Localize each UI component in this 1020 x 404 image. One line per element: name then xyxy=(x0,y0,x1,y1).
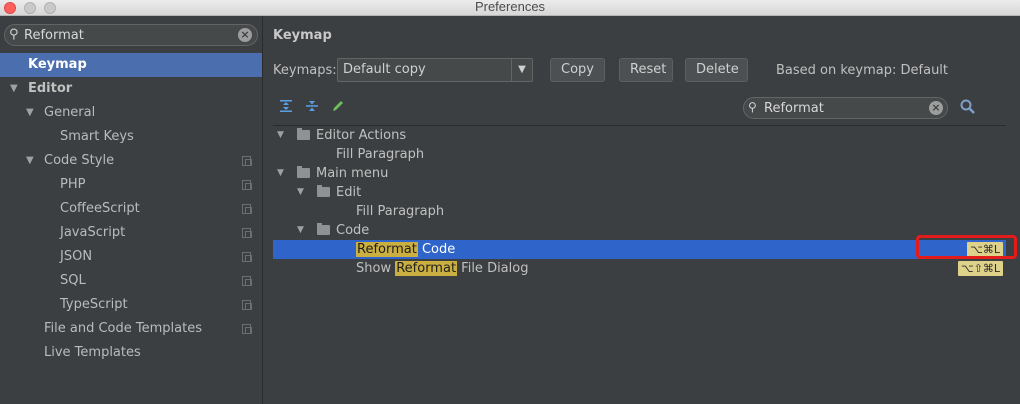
sidebar-item-smart-keys[interactable]: Smart Keys xyxy=(0,125,262,149)
keymap-select[interactable]: Default copy ▼ xyxy=(337,58,533,82)
tree-row-label: Code xyxy=(336,223,370,238)
tree-row-label: Editor Actions xyxy=(316,128,407,143)
sidebar-item-php[interactable]: PHP xyxy=(0,173,262,197)
sidebar-item-file-and-code-templates[interactable]: File and Code Templates xyxy=(0,317,262,341)
sidebar-item-label: Smart Keys xyxy=(60,129,134,144)
sidebar-item-label: JavaScript xyxy=(60,225,126,240)
reset-button[interactable]: Reset xyxy=(619,58,673,82)
sidebar-item-label: PHP xyxy=(60,177,86,192)
sidebar-item-javascript[interactable]: JavaScript xyxy=(0,221,262,245)
search-match-highlight: Reformat xyxy=(395,261,458,276)
expanded-arrow-icon[interactable]: ▼ xyxy=(297,221,304,240)
sidebar-item-label: General xyxy=(44,105,96,120)
project-settings-icon xyxy=(242,156,252,166)
settings-tree: Keymap ▼ Editor ▼ General Smart Keys ▼ C… xyxy=(0,53,262,365)
search-match-highlight: Reformat xyxy=(356,242,418,257)
tree-row-reformat-code[interactable]: Reformat Code ⌥⌘L xyxy=(273,240,1006,259)
tree-row-label: Reformat Code xyxy=(356,240,455,259)
shortcut-badge: ⌥⇧⌘L xyxy=(957,261,1003,276)
chevron-down-icon[interactable]: ▼ xyxy=(511,59,532,81)
tree-row-edit[interactable]: ▼ Edit xyxy=(273,183,1006,202)
delete-button[interactable]: Delete xyxy=(685,58,748,82)
project-settings-icon xyxy=(242,300,252,310)
folder-icon xyxy=(317,223,330,235)
settings-search-field[interactable]: ⚲ × xyxy=(4,24,258,46)
editor-actions-folder-icon xyxy=(297,128,310,140)
search-icon: ⚲ xyxy=(9,27,19,42)
expanded-arrow-icon[interactable]: ▼ xyxy=(277,126,284,145)
tree-row-label: Edit xyxy=(336,185,362,200)
tree-row-label: Fill Paragraph xyxy=(356,204,445,219)
settings-sidebar: ⚲ × Keymap ▼ Editor ▼ General Smart Keys… xyxy=(0,16,262,404)
sidebar-item-label: File and Code Templates xyxy=(44,321,202,336)
keymap-panel: Keymap Keymaps: Default copy ▼ Copy Rese… xyxy=(263,16,1020,404)
tree-row-fill-paragraph[interactable]: Fill Paragraph xyxy=(273,145,1006,164)
sidebar-item-live-templates[interactable]: Live Templates xyxy=(0,341,262,365)
sidebar-item-label: TypeScript xyxy=(60,297,128,312)
tree-row-fill-paragraph[interactable]: Fill Paragraph xyxy=(273,202,1006,221)
annotation-highlight-box xyxy=(916,235,1017,259)
sidebar-item-coffeescript[interactable]: CoffeeScript xyxy=(0,197,262,221)
title-bar: Preferences xyxy=(0,0,1020,16)
expanded-arrow-icon[interactable]: ▼ xyxy=(277,164,284,183)
tree-row-editor-actions[interactable]: ▼ Editor Actions xyxy=(273,126,1006,145)
keymap-select-value: Default copy xyxy=(343,62,426,77)
tree-row-label: Show Reformat File Dialog xyxy=(356,259,528,278)
keymap-action-tree: ▼ Editor Actions Fill Paragraph ▼ Main m… xyxy=(273,125,1006,404)
expanded-arrow-icon[interactable]: ▼ xyxy=(10,77,18,101)
sidebar-item-sql[interactable]: SQL xyxy=(0,269,262,293)
tree-row-label-prefix: Show xyxy=(356,261,396,276)
collapse-all-icon[interactable] xyxy=(304,99,320,115)
main-menu-folder-icon xyxy=(297,166,310,178)
copy-button[interactable]: Copy xyxy=(550,58,605,82)
tree-row-show-reformat-file-dialog[interactable]: Show Reformat File Dialog ⌥⇧⌘L xyxy=(273,259,1006,278)
window-title: Preferences xyxy=(474,0,546,14)
sidebar-item-label: Editor xyxy=(28,81,73,96)
sidebar-item-label: CoffeeScript xyxy=(60,201,140,216)
sidebar-item-code-style[interactable]: ▼ Code Style xyxy=(0,149,262,173)
expanded-arrow-icon[interactable]: ▼ xyxy=(297,183,304,202)
sidebar-item-typescript[interactable]: TypeScript xyxy=(0,293,262,317)
sidebar-item-json[interactable]: JSON xyxy=(0,245,262,269)
project-settings-icon xyxy=(242,324,252,334)
action-search-field[interactable]: ⚲ × xyxy=(743,97,948,119)
tree-row-label-rest: File Dialog xyxy=(457,261,529,276)
project-settings-icon xyxy=(242,228,252,238)
clear-search-icon[interactable]: × xyxy=(238,28,252,42)
keymaps-label: Keymaps: xyxy=(273,63,337,78)
tree-row-main-menu[interactable]: ▼ Main menu xyxy=(273,164,1006,183)
project-settings-icon xyxy=(242,204,252,214)
edit-shortcut-icon[interactable] xyxy=(330,99,346,115)
search-icon: ⚲ xyxy=(748,100,757,114)
tree-row-label-rest: Code xyxy=(417,242,456,257)
project-settings-icon xyxy=(242,252,252,262)
sidebar-item-editor[interactable]: ▼ Editor xyxy=(0,77,262,101)
tree-row-label: Main menu xyxy=(316,166,389,181)
clear-search-icon[interactable]: × xyxy=(929,101,943,115)
expand-all-icon[interactable] xyxy=(278,99,294,115)
sidebar-item-label: JSON xyxy=(60,249,93,264)
settings-search-input[interactable] xyxy=(24,26,234,44)
sidebar-item-label: Code Style xyxy=(44,153,115,168)
sidebar-item-general[interactable]: ▼ General xyxy=(0,101,262,125)
sidebar-item-label: Live Templates xyxy=(44,345,141,360)
find-by-shortcut-icon[interactable] xyxy=(960,99,976,119)
project-settings-icon xyxy=(242,180,252,190)
folder-icon xyxy=(317,185,330,197)
action-search-input[interactable] xyxy=(764,99,924,117)
sidebar-item-keymap[interactable]: Keymap xyxy=(0,53,262,77)
expanded-arrow-icon[interactable]: ▼ xyxy=(26,149,34,173)
project-settings-icon xyxy=(242,276,252,286)
sidebar-item-label: Keymap xyxy=(28,57,87,72)
based-on-keymap-label: Based on keymap: Default xyxy=(776,63,949,78)
expanded-arrow-icon[interactable]: ▼ xyxy=(26,101,34,125)
page-title: Keymap xyxy=(273,28,332,43)
tree-row-code[interactable]: ▼ Code xyxy=(273,221,1006,240)
sidebar-item-label: SQL xyxy=(60,273,86,288)
tree-row-label: Fill Paragraph xyxy=(336,147,425,162)
